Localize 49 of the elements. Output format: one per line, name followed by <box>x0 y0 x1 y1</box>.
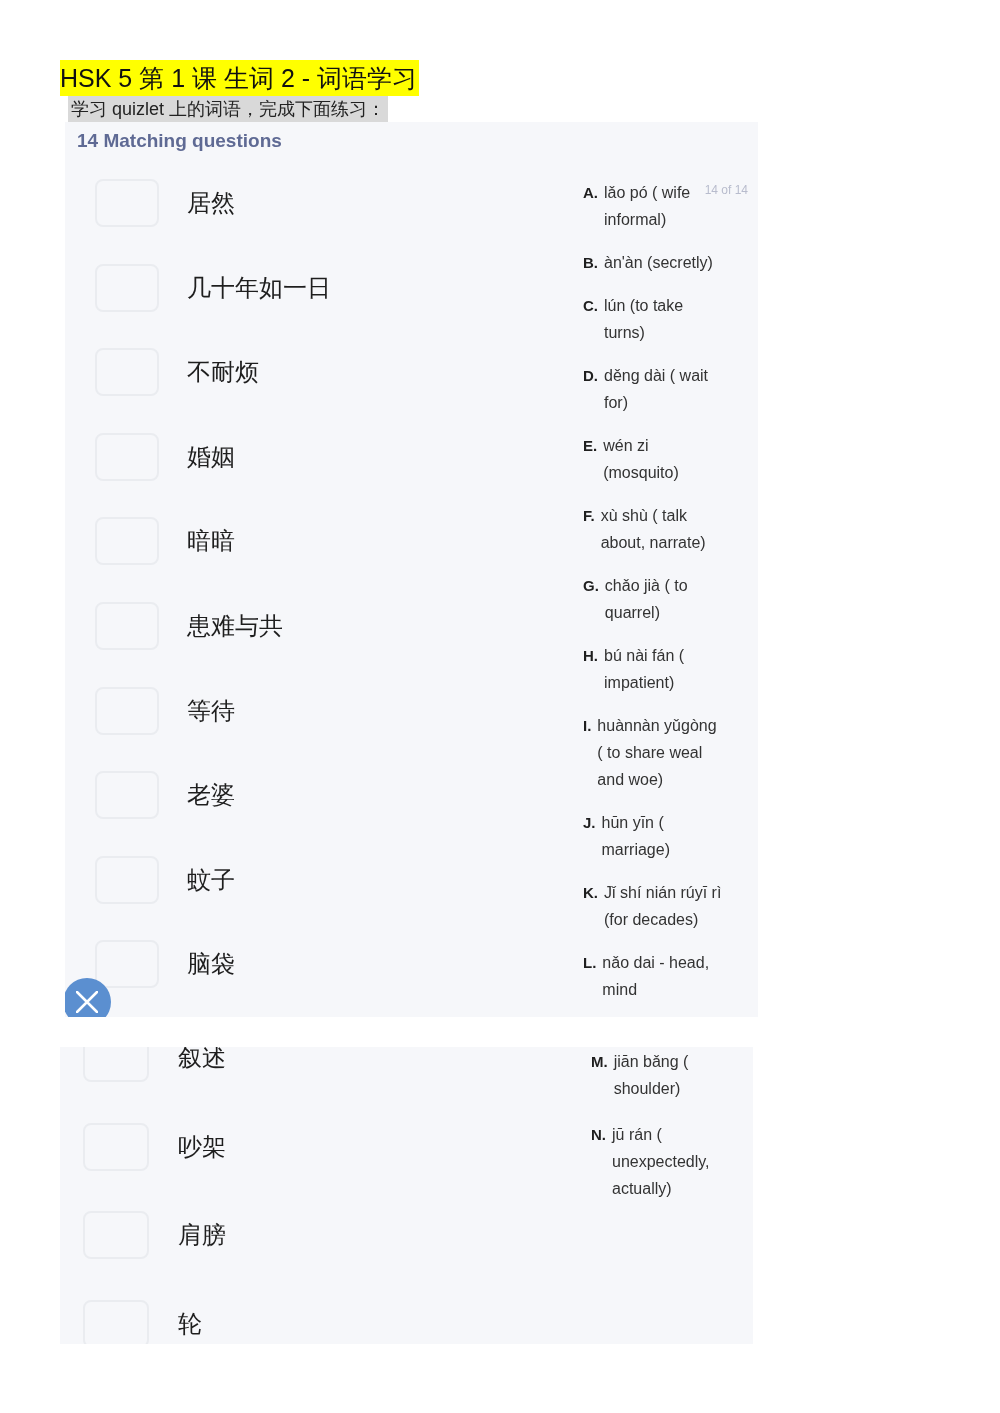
term-text: 吵架 <box>178 1131 226 1162</box>
term-text: 肩膀 <box>178 1220 226 1250</box>
answer-letter: C. <box>583 296 598 316</box>
answer-letter: E. <box>583 436 598 456</box>
answer-text: jū rán ( unexpectedly, actually) <box>612 1125 711 1199</box>
term-text: 几十年如一日 <box>187 272 331 303</box>
term-text: 暗暗 <box>187 526 235 557</box>
answer-text: lún (to take turns) <box>604 296 685 343</box>
close-button[interactable] <box>65 978 111 1017</box>
term-text: 不耐烦 <box>187 357 259 388</box>
question-counter: 14 of 14 <box>704 183 748 197</box>
answer-text: nǎo dai - head, mind <box>602 953 711 1000</box>
answer-letter: N. <box>591 1125 606 1145</box>
answer-text: hūn yīn ( marriage) <box>601 813 671 860</box>
answer-letter: I. <box>583 716 592 736</box>
answer-text: děng dài ( wait for) <box>604 366 710 413</box>
term-text: 等待 <box>187 695 235 726</box>
answer-text: xù shù ( talk about, narrate) <box>600 506 707 553</box>
answer-letter: K. <box>583 883 598 903</box>
answer-letter: L. <box>583 953 597 973</box>
term-text: 居然 <box>187 188 235 218</box>
answer-text: bú nài fán ( impatient) <box>604 646 686 693</box>
answer-box[interactable] <box>95 940 159 989</box>
answer-letter: B. <box>583 253 598 273</box>
answer-text: huànnàn yǔgòng ( to share weal and woe) <box>597 716 718 790</box>
answer-text: jiān bǎng ( shoulder) <box>613 1052 690 1099</box>
answer-letter: F. <box>583 506 595 526</box>
term-text: 脑袋 <box>187 949 235 980</box>
answer-text: chǎo jià ( to quarrel) <box>604 576 689 623</box>
quiz-heading: 14 Matching questions <box>77 130 282 152</box>
term-text: 老婆 <box>187 780 235 811</box>
answer-text: wén zi (mosquito) <box>603 436 680 483</box>
close-icon <box>76 991 98 1013</box>
answer-letter: M. <box>591 1052 608 1072</box>
term-text: 轮 <box>178 1308 202 1339</box>
term-text: 蚊子 <box>187 864 235 895</box>
answer-letter: G. <box>583 576 599 596</box>
answer-letter: D. <box>583 366 598 386</box>
answer-text: lǎo pó ( wife informal) <box>604 183 692 230</box>
answer-letter: H. <box>583 646 598 666</box>
instruction-text: 学习 quizlet 上的词语，完成下面练习： <box>68 96 389 122</box>
answer-letter: J. <box>583 813 596 833</box>
term-text: 婚姻 <box>187 441 235 472</box>
answer-text: àn'àn (secretly) <box>604 253 714 273</box>
term-text: 叙述 <box>178 1047 226 1073</box>
answer-text: Jǐ shí nián rúyī rì (for decades) <box>604 883 723 930</box>
answer-letter: A. <box>583 183 598 203</box>
term-text: 患难与共 <box>187 610 283 641</box>
worksheet-title: HSK 5 第 1 课 生词 2 - 词语学习 <box>60 60 419 96</box>
